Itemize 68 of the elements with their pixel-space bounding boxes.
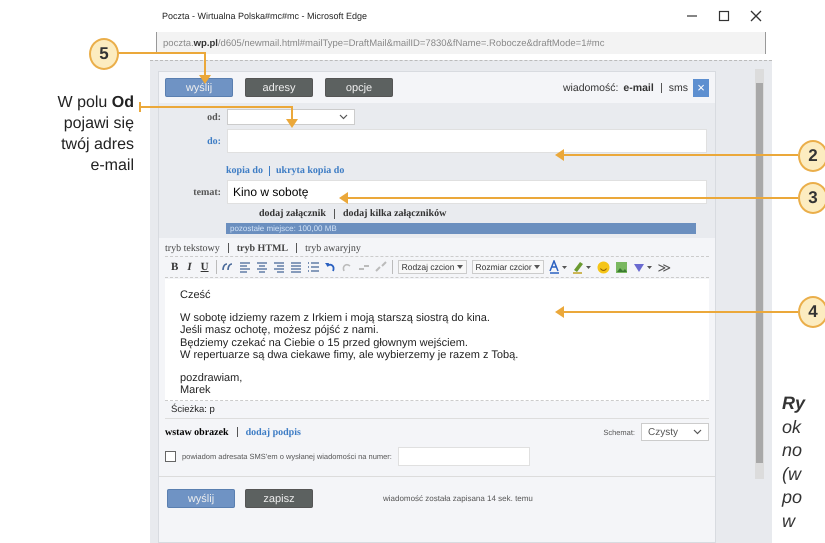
editor-mode-tab[interactable]: tryb HTML (236, 243, 288, 254)
align-left-icon[interactable] (238, 261, 251, 273)
editor-mode-tab[interactable]: tryb awaryjny (305, 243, 361, 254)
callout-number: 2 (798, 140, 825, 172)
more-button[interactable]: ≫ (658, 260, 672, 274)
annotation-text: W polu Od pojawi się twój adres e-mail (56, 93, 134, 176)
caption-text: (w (782, 462, 803, 486)
status-text: wiadomość została zapisana 14 sek. temu (383, 494, 533, 503)
editor-mode-tab[interactable]: tryb tekstowy (165, 243, 220, 254)
format-button[interactable]: I (185, 261, 194, 273)
message-editor[interactable] (165, 279, 709, 401)
button[interactable]: zapisz (245, 489, 313, 508)
window-title: Poczta - Wirtualna Polska#mc#mc - Microsoft Edge (162, 11, 368, 21)
link[interactable]: dodaj załącznik (259, 208, 326, 219)
toolbar-dropdown[interactable]: Rozmiar czcior (472, 260, 544, 274)
format-button[interactable]: U (198, 261, 211, 273)
callout-number: 3 (798, 182, 825, 214)
message-type-label: wiadomość: (562, 82, 618, 94)
chevron-icon (339, 114, 348, 120)
close-icon[interactable] (750, 10, 762, 22)
recipient-field[interactable] (227, 129, 707, 153)
callout-number: 5 (89, 38, 119, 70)
field-label: temat: (192, 186, 221, 198)
callout-number: 4 (798, 296, 825, 328)
list-icon[interactable] (306, 261, 319, 273)
align-right-icon[interactable] (272, 261, 285, 273)
link[interactable]: ukryta kopia do (276, 165, 344, 176)
field-label: do: (206, 136, 221, 146)
maximize-icon[interactable] (718, 10, 730, 22)
align-center-icon[interactable] (256, 261, 268, 273)
chevron-icon (693, 429, 702, 435)
scroll-thumb[interactable] (756, 83, 763, 463)
link[interactable]: wstaw obrazek (165, 426, 229, 438)
justify-icon[interactable] (290, 261, 302, 273)
format-button[interactable]: B (169, 261, 180, 273)
message-paragraph: W sobotę idziemy razem z Irkiem i moją starszą siostrą do kina. Jeśli masz ochotę, możesz pójść z nami. Będziemy czekać na Ciebie o 15 przed głownym wejściem. W repertuarze są dwa ciekawe fimy, ale wybierzemy je razem z Tobą. (180, 312, 520, 362)
link[interactable]: kopia do (226, 165, 263, 176)
caption-text: w (782, 510, 797, 532)
link[interactable]: dodaj kilka załączników (342, 208, 446, 219)
caption-text: ok (782, 416, 802, 438)
caption-text: no (782, 439, 804, 462)
caret-icon (456, 265, 462, 269)
toolbar-dropdown[interactable]: Rodzaj czcion (398, 260, 466, 274)
path-text: Ścieżka: p (165, 401, 709, 419)
undo-icon[interactable] (324, 261, 336, 273)
checkbox[interactable] (165, 451, 176, 462)
message-paragraph: Cześć (180, 289, 212, 302)
caption-text: po (782, 486, 804, 509)
smiley-icon[interactable] (596, 260, 610, 274)
link[interactable]: dodaj podpis (246, 426, 301, 438)
message-type-tab[interactable]: sms (668, 82, 688, 94)
caption-text: Ry (782, 392, 807, 415)
address-bar[interactable]: poczta.wp.pl/d605/newmail.html#mailType=DraftMail&mailID=7830&fName=.Robocze&draftMode=1#mc (156, 32, 766, 54)
text-color-icon[interactable] (548, 260, 567, 274)
quote-icon[interactable] (222, 261, 234, 273)
scrollbar[interactable] (755, 69, 764, 479)
message-type-tab[interactable]: e-mail (623, 82, 654, 94)
phone-field[interactable] (398, 447, 530, 466)
highlighter-icon[interactable] (572, 260, 592, 274)
field-label: od: (206, 112, 221, 122)
caret-icon (534, 265, 540, 269)
button[interactable]: adresy (245, 78, 313, 97)
image-icon[interactable] (614, 260, 628, 274)
message-paragraph: pozdrawiam, Marek (180, 372, 244, 396)
scheme-dropdown[interactable]: Czysty (641, 423, 709, 441)
subject-field[interactable]: Kino w sobotę (227, 180, 707, 204)
button[interactable]: opcje (325, 78, 393, 97)
storage-text: pozostałe miejsce: 100,00 MB (230, 223, 337, 234)
